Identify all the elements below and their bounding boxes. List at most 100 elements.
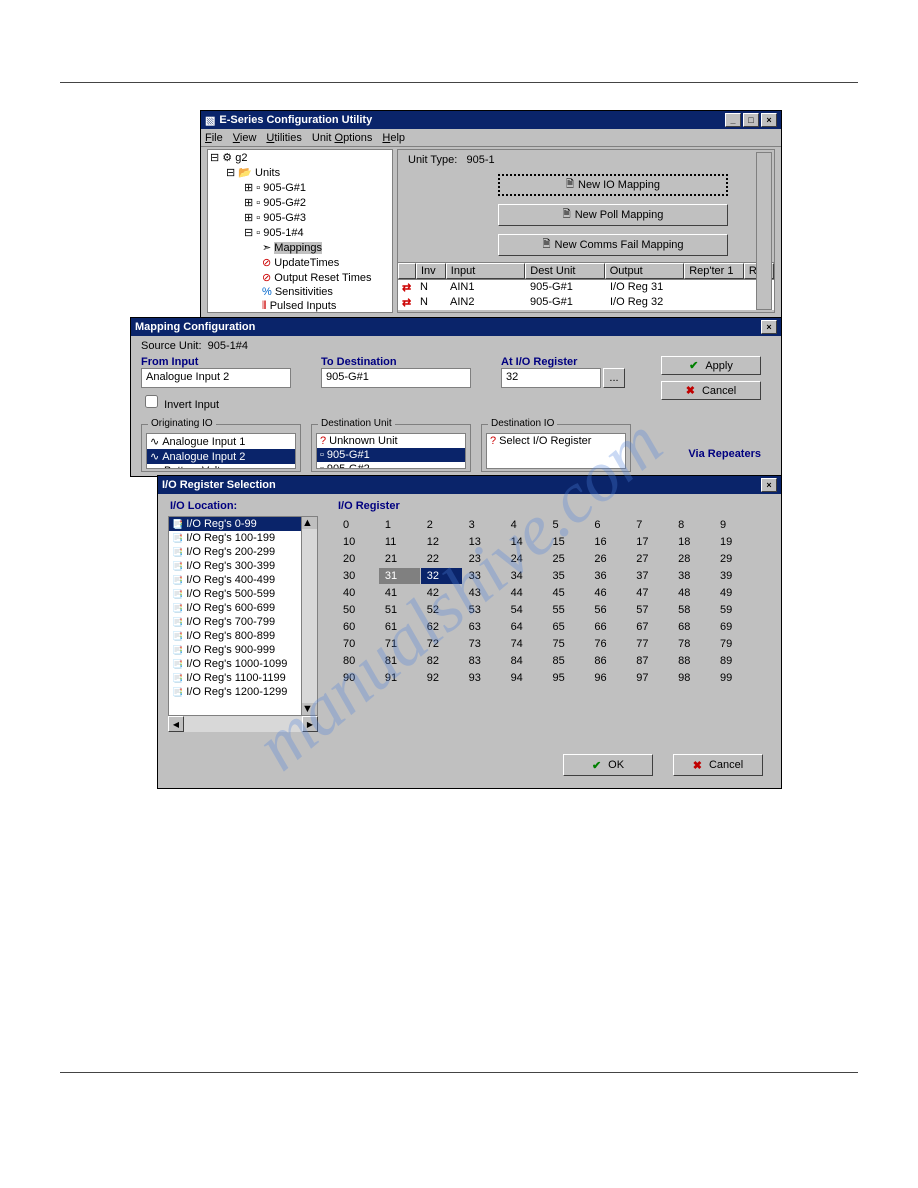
register-cell[interactable]: 40 (337, 585, 379, 602)
register-cell[interactable]: 25 (546, 551, 588, 568)
register-cell[interactable]: 79 (714, 636, 756, 653)
register-cell[interactable]: 5 (546, 517, 588, 534)
tree-sensitivities[interactable]: % Sensitivities (262, 286, 333, 298)
register-cell[interactable]: 13 (462, 534, 504, 551)
register-cell[interactable]: 43 (462, 585, 504, 602)
register-cell[interactable]: 21 (378, 551, 420, 568)
register-cell[interactable]: 49 (714, 585, 756, 602)
register-cell[interactable]: 62 (420, 619, 462, 636)
register-cell[interactable]: 32 (420, 568, 462, 585)
list-item[interactable]: 📑 I/O Reg's 1000-1099 (169, 657, 301, 671)
scrollbar-h[interactable]: ◀ ▶ (168, 716, 318, 732)
register-cell[interactable]: 61 (378, 619, 420, 636)
register-cell[interactable]: 70 (337, 636, 379, 653)
invert-checkbox[interactable] (145, 395, 158, 408)
list-item[interactable]: ∿ Analogue Input 1 (147, 434, 295, 449)
register-cell[interactable]: 71 (378, 636, 420, 653)
register-cell[interactable]: 56 (588, 602, 630, 619)
register-cell[interactable]: 23 (462, 551, 504, 568)
menu-utilities[interactable]: Utilities (266, 132, 301, 144)
menu-file[interactable]: File (205, 132, 223, 144)
table-row[interactable]: N AIN1 905-G#1 I/O Reg 31 (398, 280, 774, 295)
register-cell[interactable]: 63 (462, 619, 504, 636)
register-cell[interactable]: 22 (420, 551, 462, 568)
tree-updatetimes[interactable]: ⊘ UpdateTimes (262, 257, 339, 269)
mapping-titlebar[interactable]: Mapping Configuration × (131, 318, 781, 336)
tree-pulsed[interactable]: ⫴ Pulsed Inputs (262, 300, 336, 312)
register-cell[interactable]: 90 (337, 670, 379, 687)
new-io-mapping-button[interactable]: New IO Mapping (498, 174, 728, 196)
register-cell[interactable]: 89 (714, 653, 756, 670)
io-register-grid[interactable]: 0123456789101112131415161718192021222324… (336, 516, 756, 687)
register-cell[interactable]: 39 (714, 568, 756, 585)
tree-outputreset[interactable]: ⊘ Output Reset Times (262, 272, 372, 284)
close-button[interactable]: × (761, 320, 777, 334)
register-cell[interactable]: 88 (672, 653, 714, 670)
register-cell[interactable]: 95 (546, 670, 588, 687)
minimize-button[interactable]: _ (725, 113, 741, 127)
register-cell[interactable]: 94 (504, 670, 546, 687)
register-cell[interactable]: 10 (337, 534, 379, 551)
list-item[interactable]: 📑 I/O Reg's 900-999 (169, 643, 301, 657)
register-cell[interactable]: 76 (588, 636, 630, 653)
register-cell[interactable]: 27 (630, 551, 672, 568)
scrollbar-v[interactable]: ▲ ▼ (301, 517, 317, 715)
tree-unit-1[interactable]: ⊞ ▫ 905-G#1 (244, 182, 306, 194)
register-cell[interactable]: 17 (630, 534, 672, 551)
register-cell[interactable]: 30 (337, 568, 379, 585)
register-cell[interactable]: 33 (462, 568, 504, 585)
menu-unitoptions[interactable]: Unit Options (312, 132, 373, 144)
register-cell[interactable]: 35 (546, 568, 588, 585)
register-cell[interactable]: 87 (630, 653, 672, 670)
register-cell[interactable]: 20 (337, 551, 379, 568)
list-item[interactable]: ? Select I/O Register (487, 434, 625, 448)
register-cell[interactable]: 98 (672, 670, 714, 687)
register-cell[interactable]: 60 (337, 619, 379, 636)
register-cell[interactable]: 57 (630, 602, 672, 619)
register-cell[interactable]: 6 (588, 517, 630, 534)
register-cell[interactable]: 68 (672, 619, 714, 636)
register-cell[interactable]: 37 (630, 568, 672, 585)
list-item[interactable]: 📑 I/O Reg's 800-899 (169, 629, 301, 643)
close-button[interactable]: × (761, 113, 777, 127)
register-cell[interactable]: 96 (588, 670, 630, 687)
io-location-list[interactable]: 📑 I/O Reg's 0-99📑 I/O Reg's 100-199📑 I/O… (169, 517, 301, 715)
list-item[interactable]: 📑 I/O Reg's 1100-1199 (169, 671, 301, 685)
register-cell[interactable]: 48 (672, 585, 714, 602)
menu-help[interactable]: Help (382, 132, 405, 144)
register-cell[interactable]: 50 (337, 602, 379, 619)
register-cell[interactable]: 59 (714, 602, 756, 619)
list-item[interactable]: ▫ 905-G#2 (317, 462, 465, 469)
tree-unit-3[interactable]: ⊞ ▫ 905-G#3 (244, 212, 306, 224)
close-button[interactable]: × (761, 478, 777, 492)
register-cell[interactable]: 29 (714, 551, 756, 568)
list-item[interactable]: 📑 I/O Reg's 1200-1299 (169, 685, 301, 699)
cancel-button[interactable]: Cancel (661, 381, 761, 400)
new-poll-mapping-button[interactable]: New Poll Mapping (498, 204, 728, 226)
register-cell[interactable]: 12 (420, 534, 462, 551)
register-cell[interactable]: 8 (672, 517, 714, 534)
menu-view[interactable]: View (233, 132, 257, 144)
register-cell[interactable]: 69 (714, 619, 756, 636)
register-cell[interactable]: 1 (378, 517, 420, 534)
col-output[interactable]: Output (605, 263, 684, 279)
register-cell[interactable]: 75 (546, 636, 588, 653)
register-cell[interactable]: 44 (504, 585, 546, 602)
register-cell[interactable]: 31 (378, 568, 420, 585)
tree-unit-2[interactable]: ⊞ ▫ 905-G#2 (244, 197, 306, 209)
register-cell[interactable]: 16 (588, 534, 630, 551)
register-cell[interactable]: 15 (546, 534, 588, 551)
register-cell[interactable]: 53 (462, 602, 504, 619)
list-item[interactable]: ∿ Analogue Input 2 (147, 449, 295, 464)
apply-button[interactable]: Apply (661, 356, 761, 375)
register-cell[interactable]: 52 (420, 602, 462, 619)
register-cell[interactable]: 74 (504, 636, 546, 653)
col-rep1[interactable]: Rep'ter 1 (684, 263, 744, 279)
register-cell[interactable]: 3 (462, 517, 504, 534)
register-cell[interactable]: 14 (504, 534, 546, 551)
register-cell[interactable]: 2 (420, 517, 462, 534)
browse-button[interactable]: ... (603, 368, 625, 388)
register-cell[interactable]: 26 (588, 551, 630, 568)
register-cell[interactable]: 65 (546, 619, 588, 636)
register-cell[interactable]: 93 (462, 670, 504, 687)
